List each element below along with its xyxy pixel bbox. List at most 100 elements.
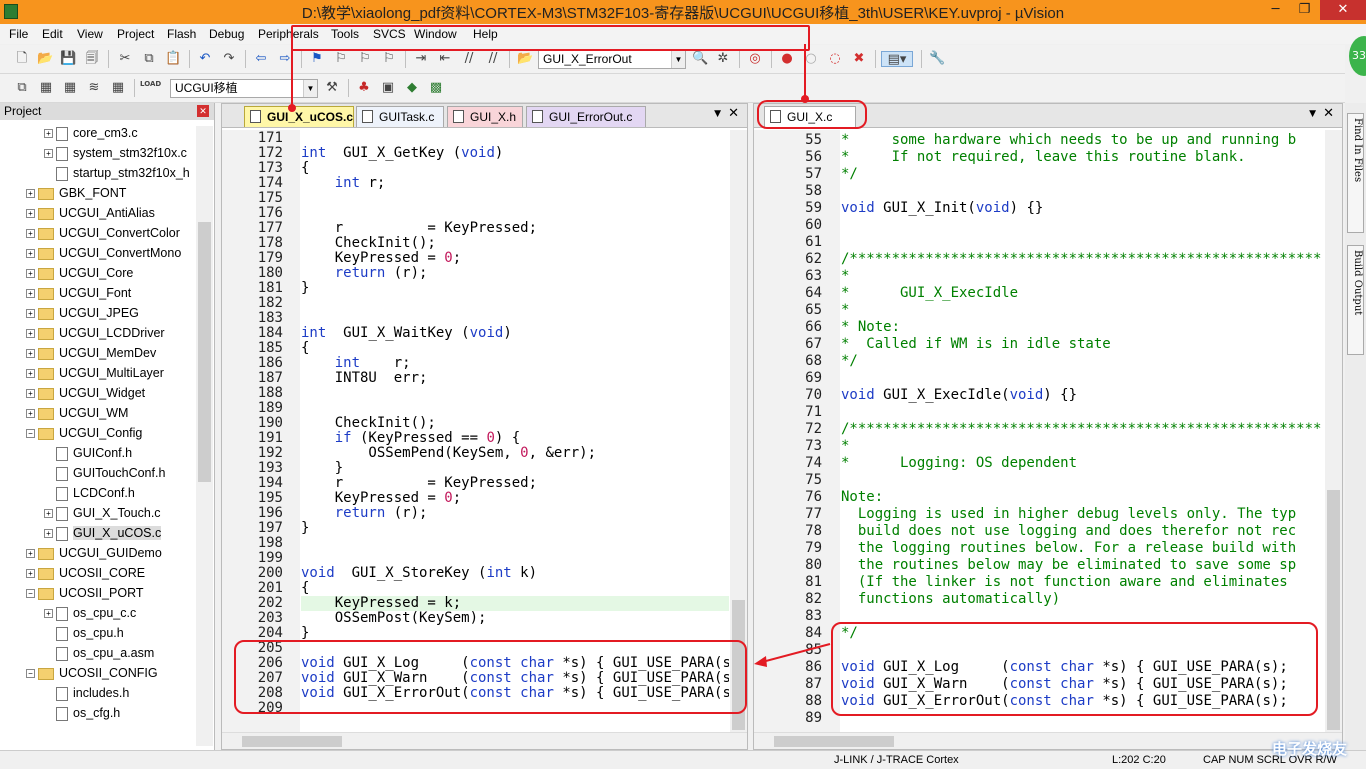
tree-item[interactable]: + os_cpu_c.c	[44, 603, 136, 623]
tab-list-chevron-icon[interactable]: ▼	[1309, 109, 1316, 119]
tree-item[interactable]: os_cpu.h	[44, 623, 124, 643]
menu-edit[interactable]: Edit	[42, 27, 63, 41]
expand-icon[interactable]: +	[44, 509, 53, 519]
close-button[interactable]: ✕	[1320, 0, 1366, 20]
cut-icon[interactable]: ✂	[117, 51, 133, 67]
back-icon[interactable]: ⇦	[253, 51, 269, 67]
expand-icon[interactable]: +	[26, 569, 35, 579]
expand-icon[interactable]: +	[26, 369, 35, 379]
uncomment-icon[interactable]: //	[485, 51, 501, 67]
paste-icon[interactable]: 📋	[165, 51, 181, 67]
pack-installer-icon[interactable]: ◆	[404, 80, 420, 96]
tree-item[interactable]: LCDConf.h	[44, 483, 135, 503]
target-options-icon[interactable]: ⚒	[324, 80, 340, 96]
project-scrollbar[interactable]	[196, 126, 213, 746]
menu-flash[interactable]: Flash	[167, 27, 196, 41]
scroll-thumb[interactable]	[198, 222, 211, 482]
menu-file[interactable]: File	[9, 27, 28, 41]
indent-icon[interactable]: ⇥	[413, 51, 429, 67]
close-icon[interactable]: ✕	[1323, 106, 1334, 121]
menu-view[interactable]: View	[77, 27, 103, 41]
expand-icon[interactable]: +	[26, 549, 35, 559]
new-file-icon[interactable]: 🗋	[14, 51, 30, 67]
undo-icon[interactable]: ↶	[197, 51, 213, 67]
tree-item[interactable]: + UCGUI_MemDev	[26, 343, 156, 363]
scroll-thumb[interactable]	[774, 736, 894, 747]
clear-bookmarks-icon[interactable]: ⚐	[381, 51, 397, 67]
right-vertical-scrollbar[interactable]	[1325, 130, 1342, 734]
tree-item[interactable]: + GBK_FONT	[26, 183, 126, 203]
window-layout-icon[interactable]: ▤▾	[881, 51, 913, 67]
tree-item[interactable]: + system_stm32f10x.c	[44, 143, 187, 163]
tab-guitask[interactable]: GUITask.c	[356, 106, 444, 127]
unindent-icon[interactable]: ⇤	[437, 51, 453, 67]
expand-icon[interactable]: +	[26, 349, 35, 359]
tree-item[interactable]: + GUI_X_uCOS.c	[44, 523, 162, 543]
configure-icon[interactable]: 🔧	[929, 51, 945, 67]
chevron-down-icon[interactable]: ▼	[303, 80, 317, 97]
tree-item[interactable]: − UCOSII_PORT	[26, 583, 144, 603]
open-folder-icon[interactable]: 📂	[37, 51, 53, 67]
tree-item[interactable]: includes.h	[44, 683, 129, 703]
tree-item[interactable]: + UCGUI_Widget	[26, 383, 145, 403]
tree-item[interactable]: + UCOSII_CORE	[26, 563, 145, 583]
collapse-icon[interactable]: −	[26, 429, 35, 439]
scroll-thumb[interactable]	[242, 736, 342, 747]
tree-item[interactable]: os_cpu_a.asm	[44, 643, 154, 663]
tree-item[interactable]: + GUI_X_Touch.c	[44, 503, 161, 523]
tree-item[interactable]: os_cfg.h	[44, 703, 120, 723]
expand-icon[interactable]: +	[44, 529, 53, 539]
tree-item[interactable]: + UCGUI_GUIDemo	[26, 543, 162, 563]
tab-gui-x-ucos[interactable]: GUI_X_uCOS.c	[244, 106, 354, 127]
expand-icon[interactable]: +	[26, 409, 35, 419]
target-combo[interactable]: UCGUI移植 ▼	[170, 79, 318, 98]
tab-list-chevron-icon[interactable]: ▼	[714, 109, 721, 119]
comment-icon[interactable]: //	[461, 51, 477, 67]
prev-bookmark-icon[interactable]: ⚐	[333, 51, 349, 67]
expand-icon[interactable]: +	[26, 209, 35, 219]
expand-icon[interactable]: +	[26, 329, 35, 339]
left-horizontal-scrollbar[interactable]	[222, 732, 747, 749]
tree-item[interactable]: + UCGUI_WM	[26, 403, 128, 423]
scroll-thumb[interactable]	[1327, 490, 1340, 730]
find-in-files-icon[interactable]: 🔍	[692, 51, 708, 67]
batch-build-icon[interactable]: ≋	[86, 80, 102, 96]
function-combo[interactable]: GUI_X_ErrorOut ▼	[538, 50, 686, 69]
build-icon[interactable]: ▦	[38, 80, 54, 96]
file-extensions-icon[interactable]: ▣	[380, 80, 396, 96]
copy-icon[interactable]: ⧉	[141, 51, 157, 67]
select-device-icon[interactable]: ▩	[428, 80, 444, 96]
expand-icon[interactable]: +	[26, 289, 35, 299]
tree-item[interactable]: + UCGUI_MultiLayer	[26, 363, 164, 383]
expand-icon[interactable]: +	[26, 389, 35, 399]
tree-item[interactable]: + UCGUI_Font	[26, 283, 131, 303]
next-bookmark-icon[interactable]: ⚐	[357, 51, 373, 67]
collapse-icon[interactable]: −	[26, 669, 35, 679]
close-icon[interactable]: ✕	[728, 106, 739, 121]
rebuild-icon[interactable]: ▦	[62, 80, 78, 96]
tab-gui-x-h[interactable]: GUI_X.h	[447, 106, 523, 127]
tree-item[interactable]: + UCGUI_LCDDriver	[26, 323, 165, 343]
tree-item[interactable]: + UCGUI_AntiAlias	[26, 203, 155, 223]
save-icon[interactable]: 💾	[60, 51, 76, 67]
tree-item[interactable]: GUITouchConf.h	[44, 463, 165, 483]
breakpoint-icon[interactable]: ●	[779, 51, 795, 67]
save-all-icon[interactable]: 🗐	[84, 51, 100, 67]
expand-icon[interactable]: +	[26, 269, 35, 279]
menu-debug[interactable]: Debug	[209, 27, 244, 41]
incremental-find-icon[interactable]: ✲	[715, 51, 731, 67]
expand-icon[interactable]: +	[26, 229, 35, 239]
tree-item[interactable]: + UCGUI_ConvertColor	[26, 223, 180, 243]
tree-item[interactable]: − UCOSII_CONFIG	[26, 663, 158, 683]
debug-session-icon[interactable]: ◎	[747, 51, 763, 67]
collapse-icon[interactable]: −	[26, 589, 35, 599]
tree-item[interactable]: GUIConf.h	[44, 443, 132, 463]
bookmark-icon[interactable]: ⚑	[309, 51, 325, 67]
right-horizontal-scrollbar[interactable]	[754, 732, 1342, 749]
manage-components-icon[interactable]: ♣	[356, 80, 372, 96]
expand-icon[interactable]: +	[44, 609, 53, 619]
tab-gui-errorout[interactable]: GUI_ErrorOut.c	[526, 106, 646, 127]
tree-item[interactable]: + UCGUI_ConvertMono	[26, 243, 181, 263]
tree-item[interactable]: − UCGUI_Config	[26, 423, 142, 443]
menu-project[interactable]: Project	[117, 27, 154, 41]
